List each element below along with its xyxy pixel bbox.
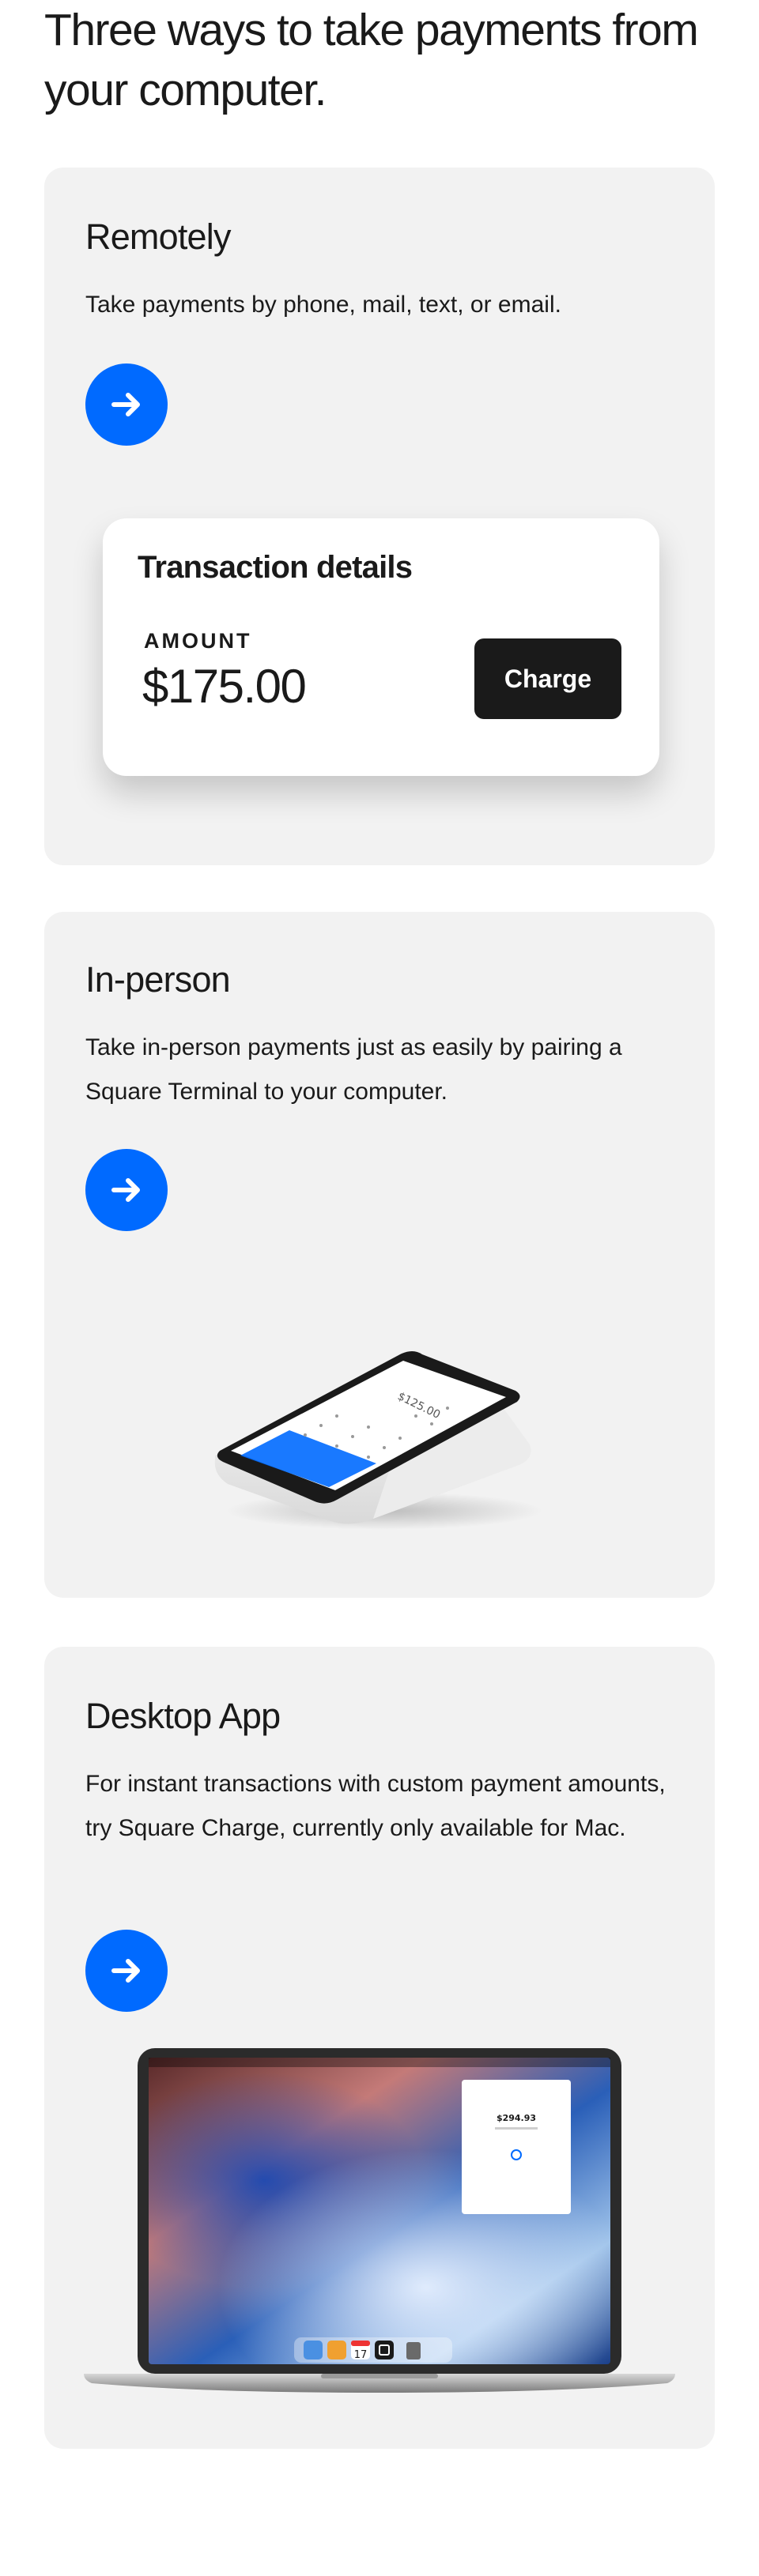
amount-label: AMOUNT [144,629,252,653]
in-person-learn-more-button[interactable] [85,1149,168,1231]
page-headline: Three ways to take payments from your co… [44,5,699,115]
transaction-title: Transaction details [138,550,413,585]
desktop-app-card: Desktop App For instant transactions wit… [44,1647,715,2449]
card-description: For instant transactions with custom pay… [85,1771,666,1841]
square-terminal-image: $125.00 [214,1351,542,1530]
remote-payments-card: Remotely Take payments by phone, mail, t… [44,168,715,865]
charge-button[interactable]: Charge [474,638,621,719]
macbook-image: $294.93 17 [84,2048,675,2393]
transaction-details-widget: Transaction details AMOUNT $175.00 Charg… [103,518,659,776]
card-title: Remotely [85,217,231,257]
card-description: Take payments by phone, mail, text, or e… [85,292,561,318]
remote-learn-more-button[interactable] [85,363,168,446]
card-description: Take in-person payments just as easily b… [85,1034,622,1105]
arrow-right-icon [111,1959,140,1983]
amount-value: $175.00 [142,660,307,713]
popup-amount: $294.93 [497,2113,536,2123]
in-person-payments-card: In-person Take in-person payments just a… [44,912,715,1598]
card-title: In-person [85,959,231,1000]
desktop-app-learn-more-button[interactable] [85,1930,168,2012]
arrow-right-icon [111,1178,140,1202]
dock-calendar-day: 17 [354,2349,368,2361]
card-title: Desktop App [85,1696,281,1736]
arrow-right-icon [111,393,140,416]
